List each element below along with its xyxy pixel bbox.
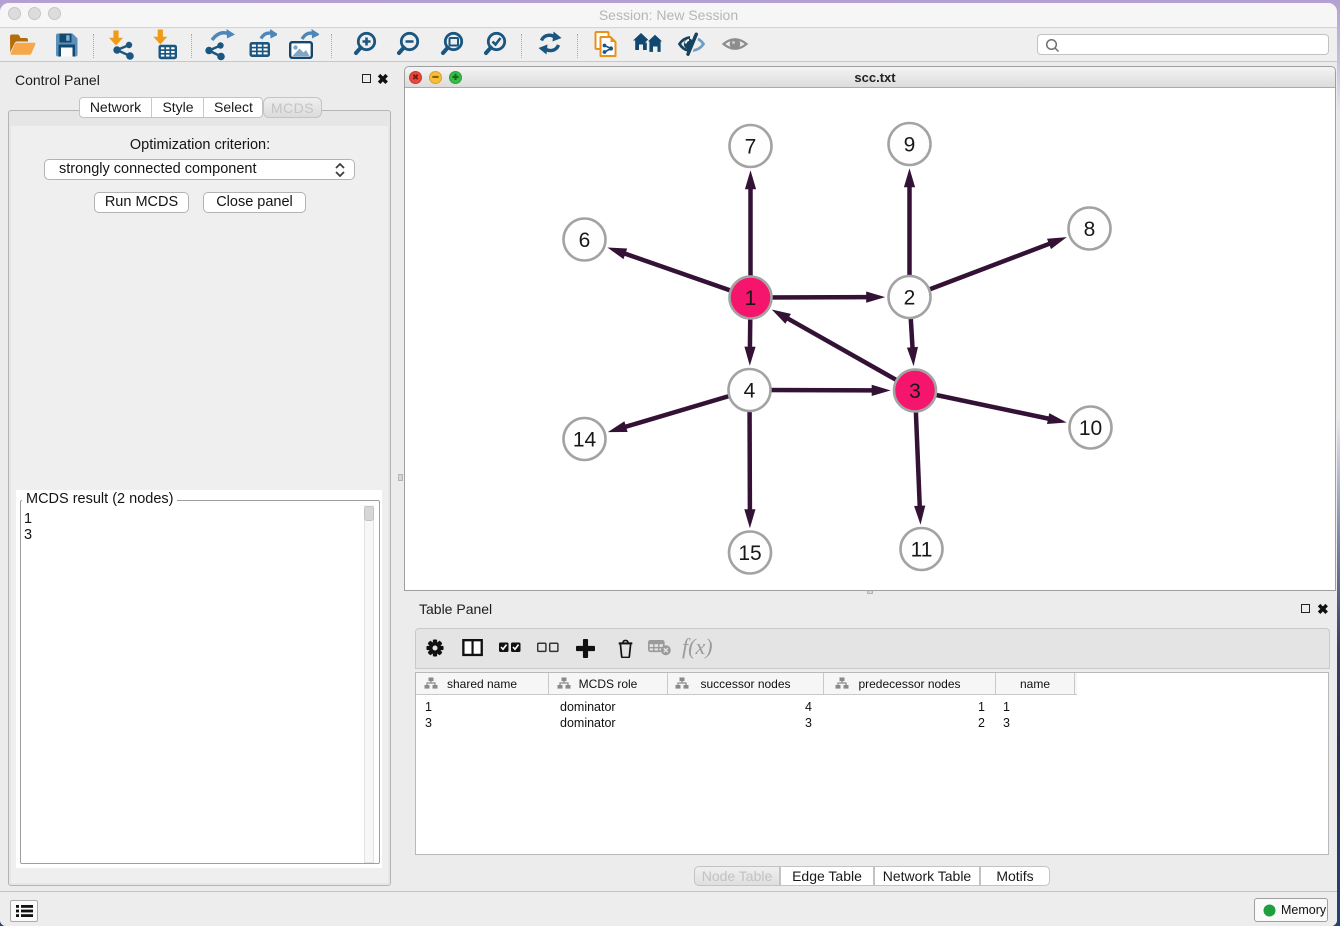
svg-text:3: 3 — [909, 380, 921, 403]
svg-text:9: 9 — [904, 134, 916, 157]
svg-text:11: 11 — [911, 539, 933, 562]
svg-text:10: 10 — [1079, 417, 1102, 440]
svg-text:6: 6 — [579, 229, 591, 252]
svg-text:7: 7 — [745, 136, 757, 159]
svg-text:2: 2 — [904, 287, 916, 310]
svg-text:1: 1 — [745, 287, 757, 310]
svg-text:15: 15 — [738, 542, 761, 565]
svg-text:14: 14 — [573, 429, 597, 452]
svg-text:4: 4 — [744, 380, 756, 403]
svg-text:8: 8 — [1084, 218, 1096, 241]
